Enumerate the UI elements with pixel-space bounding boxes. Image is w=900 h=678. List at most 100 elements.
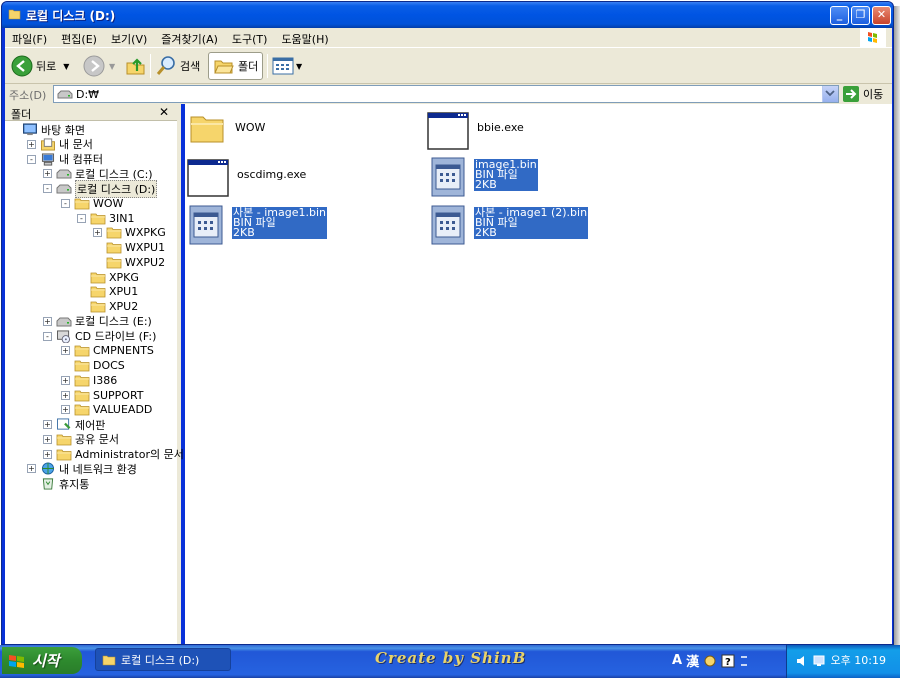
file-item[interactable]: oscdimg.exe <box>187 159 307 200</box>
tree-item[interactable]: + SUPPORT <box>61 388 144 403</box>
file-item[interactable]: 사본 - image1 (2).bin BIN 파일 2KB <box>431 205 589 248</box>
expand-icon[interactable]: + <box>93 228 102 238</box>
expand-icon[interactable]: + <box>61 390 70 400</box>
windows-flag-icon <box>9 654 24 668</box>
tree-item[interactable]: + I386 <box>61 373 117 388</box>
network-tray-icon[interactable] <box>812 654 826 668</box>
chevron-down-icon <box>825 90 835 97</box>
tree-item-label: 3IN1 <box>109 211 135 225</box>
clock[interactable]: 오후 10:19 <box>831 652 886 668</box>
close-button[interactable]: ✕ <box>872 6 891 25</box>
control-panel-icon <box>56 418 72 431</box>
collapse-icon[interactable]: - <box>27 154 36 164</box>
tree-item-label: 로컬 디스크 (E:) <box>75 315 152 329</box>
expand-icon[interactable]: + <box>43 169 52 179</box>
tree-item[interactable]: WXPU1 <box>93 240 165 255</box>
tree-item[interactable]: XPKG <box>77 270 139 285</box>
file-item[interactable]: WOW <box>189 112 266 147</box>
folders-button[interactable]: 폴더 <box>208 52 264 80</box>
go-arrow-icon <box>843 86 859 102</box>
volume-icon[interactable] <box>795 654 809 668</box>
menu-edit[interactable]: 편집(E) <box>54 28 104 50</box>
options-icon[interactable] <box>739 654 749 668</box>
collapse-icon[interactable]: - <box>43 184 52 193</box>
tree-item[interactable]: XPU2 <box>77 299 138 314</box>
tree-item[interactable]: 바탕 화면 <box>9 122 85 137</box>
window-shadow <box>894 6 900 646</box>
menu-file[interactable]: 파일(F) <box>5 28 54 50</box>
ime-tool-icon[interactable] <box>703 654 717 668</box>
back-dropdown-icon[interactable]: ▼ <box>63 62 69 71</box>
my-documents-icon <box>40 138 56 151</box>
tree-item[interactable]: + 공유 문서 <box>43 432 119 447</box>
tree-item[interactable]: DOCS <box>61 358 125 373</box>
tree-item[interactable]: - 내 컴퓨터 <box>27 152 103 167</box>
restore-button[interactable]: ❐ <box>851 6 870 25</box>
tree-item[interactable]: - CD 드라이브 (F:) <box>43 329 156 344</box>
tree-item-label: WOW <box>93 196 124 210</box>
expand-icon[interactable]: + <box>43 316 52 326</box>
tree-item[interactable]: + 로컬 디스크 (E:) <box>43 314 152 329</box>
forward-button[interactable]: ▼ <box>83 52 115 80</box>
file-label: 사본 - image1 (2).bin BIN 파일 2KB <box>474 207 589 239</box>
tree-item[interactable]: + CMPNENTS <box>61 343 154 358</box>
collapse-icon[interactable]: - <box>43 331 52 341</box>
expand-icon[interactable]: + <box>61 375 70 385</box>
expand-icon[interactable]: + <box>27 139 36 149</box>
hanja-mode[interactable]: 漢 <box>686 651 699 670</box>
collapse-icon[interactable]: - <box>77 213 86 223</box>
up-button[interactable] <box>125 52 147 80</box>
language-bar[interactable]: A 漢 ? <box>672 651 749 670</box>
input-mode-a[interactable]: A <box>672 653 682 668</box>
forward-dropdown-icon[interactable]: ▼ <box>109 62 115 71</box>
views-button[interactable]: ▼ <box>272 52 302 80</box>
expand-icon[interactable]: + <box>27 464 36 474</box>
file-name: oscdimg.exe <box>237 168 307 181</box>
tree-item[interactable]: + WXPKG <box>93 225 166 240</box>
file-item[interactable]: bbie.exe <box>427 112 525 153</box>
taskbar: 시작 로컬 디스크 (D:) Create by ShinB A 漢 ? 오후 … <box>0 645 900 678</box>
expand-icon[interactable]: + <box>43 434 52 444</box>
expand-icon[interactable]: + <box>61 346 70 356</box>
address-dropdown-button[interactable] <box>822 86 838 102</box>
file-item[interactable]: 사본 - image1.bin BIN 파일 2KB <box>189 205 327 248</box>
minimize-button[interactable]: _ <box>830 6 849 25</box>
tree-item[interactable]: - WOW <box>61 196 123 211</box>
go-button[interactable]: 이동 <box>843 85 883 103</box>
tree-item[interactable]: + VALUEADD <box>61 402 152 417</box>
tree-item[interactable]: + 내 문서 <box>27 137 93 152</box>
tree-item[interactable]: - 3IN1 <box>77 211 134 226</box>
drive-icon <box>56 167 72 180</box>
expand-icon[interactable]: + <box>43 449 52 459</box>
close-pane-icon[interactable]: ✕ <box>159 105 169 119</box>
tree-item-label: DOCS <box>93 359 125 372</box>
tree-item[interactable]: + 제어판 <box>43 417 105 432</box>
start-button[interactable]: 시작 <box>2 647 82 674</box>
help-icon[interactable]: ? <box>721 654 735 668</box>
menu-tools[interactable]: 도구(T) <box>225 28 275 50</box>
bin-file-icon <box>189 205 227 248</box>
tree-item[interactable]: WXPU2 <box>93 255 165 270</box>
back-button[interactable]: 뒤로 ▼ <box>11 52 69 80</box>
menu-help[interactable]: 도움말(H) <box>274 28 335 50</box>
tree-item[interactable]: XPU1 <box>77 284 138 299</box>
menu-view[interactable]: 보기(V) <box>104 28 154 50</box>
search-button[interactable]: 검색 <box>155 52 200 80</box>
file-label: oscdimg.exe <box>236 169 307 181</box>
expand-icon[interactable]: + <box>43 420 52 429</box>
address-input[interactable]: D:₩ <box>53 85 839 103</box>
expand-icon[interactable]: + <box>61 405 70 415</box>
tree-item[interactable]: + 내 네트워크 환경 <box>27 461 137 476</box>
tree-item[interactable]: + Administrator의 문서 <box>43 447 184 462</box>
menu-favorites[interactable]: 즐겨찾기(A) <box>154 28 225 50</box>
file-item[interactable]: image1.bin BIN 파일 2KB <box>431 157 538 200</box>
tree-item[interactable]: - 로컬 디스크 (D:) <box>43 179 158 198</box>
title-bar[interactable]: 로컬 디스크 (D:) _ ❐ ✕ <box>2 2 893 28</box>
folder-pane-title: 폴더 <box>11 108 32 121</box>
file-label: image1.bin BIN 파일 2KB <box>474 159 538 191</box>
taskbar-window-button[interactable]: 로컬 디스크 (D:) <box>95 648 231 671</box>
collapse-icon[interactable]: - <box>61 198 70 208</box>
search-icon <box>156 56 175 75</box>
tree-item[interactable]: 휴지통 <box>27 476 89 491</box>
address-label: 주소(D) <box>9 89 47 102</box>
